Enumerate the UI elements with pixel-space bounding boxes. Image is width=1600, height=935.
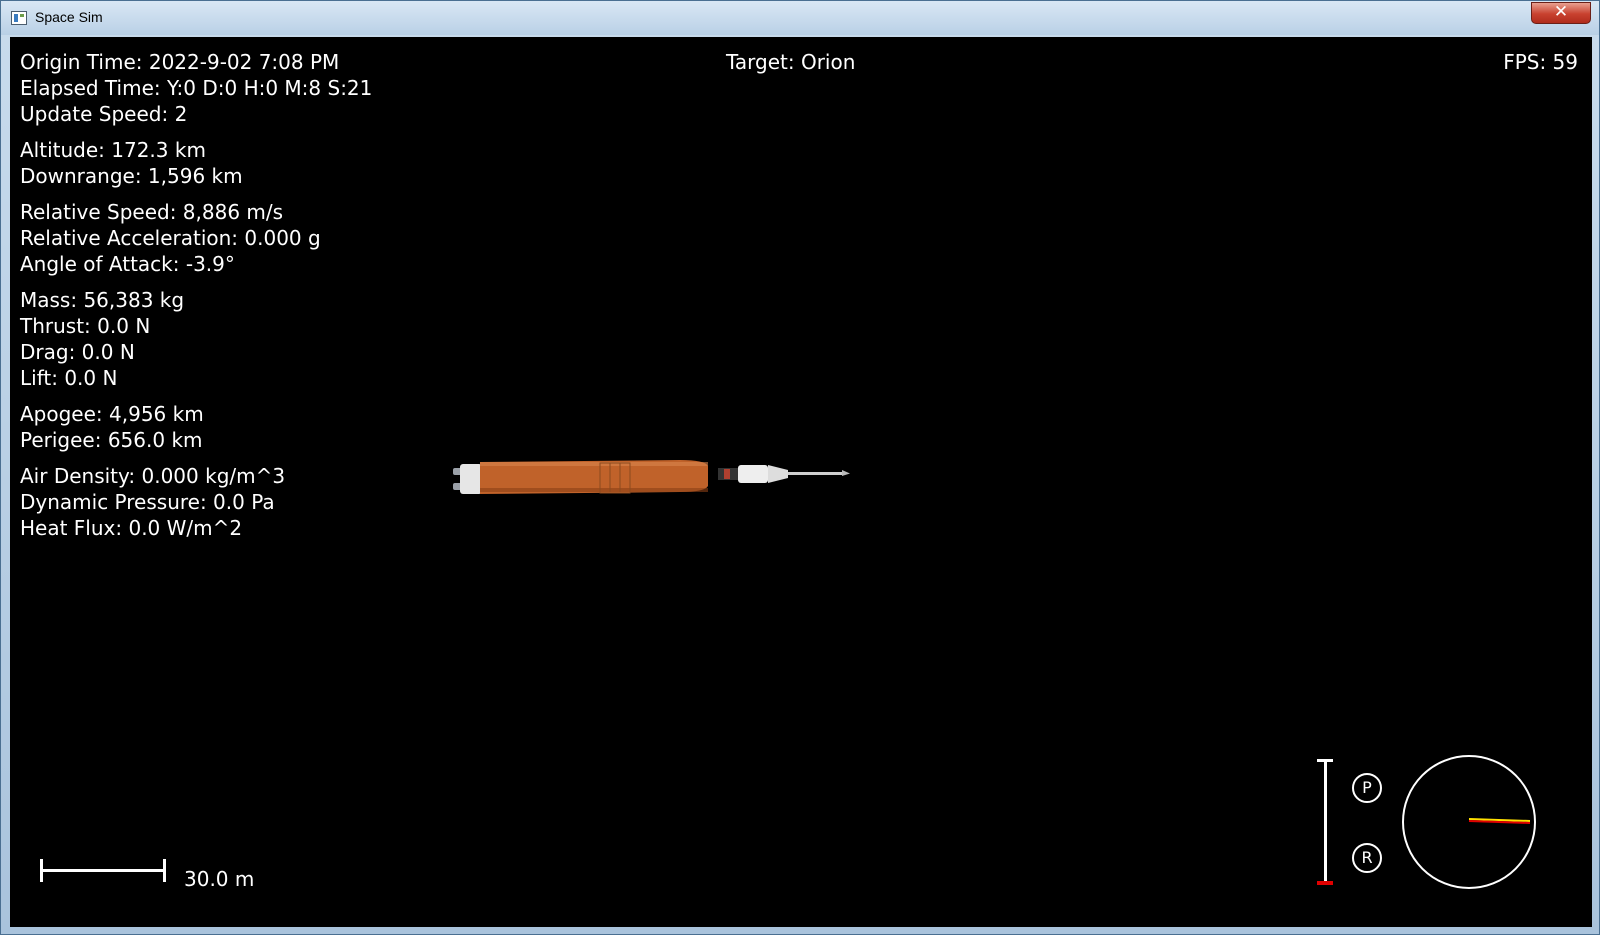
attitude-indicator [1402,755,1536,889]
elapsed-time: Elapsed Time: Y:0 D:0 H:0 M:8 S:21 [20,76,373,100]
air-density: Air Density: 0.000 kg/m^3 [20,464,286,488]
close-button[interactable]: ✕ [1531,2,1591,24]
window-title: Space Sim [35,9,103,25]
app-window: Space Sim ✕ Origin Time: 2022-9-02 7:08 … [0,0,1600,935]
core-stage [453,460,708,494]
heading-indicator [1468,818,1531,824]
rocket-vehicle [453,460,850,494]
forces-group: Mass: 56,383 kg Thrust: 0.0 N Drag: 0.0 … [20,287,372,391]
lift: Lift: 0.0 N [20,366,118,390]
orion-capsule [718,465,850,483]
altitude: Altitude: 172.3 km [20,138,206,162]
apogee: Apogee: 4,956 km [20,402,204,426]
dynamic-pressure: Dynamic Pressure: 0.0 Pa [20,490,275,514]
scale-label: 30.0 m [184,867,255,891]
angle-of-attack: Angle of Attack: -3.9° [20,252,235,276]
downrange: Downrange: 1,596 km [20,164,243,188]
time-group: Origin Time: 2022-9-02 7:08 PM Elapsed T… [20,49,372,127]
relative-speed: Relative Speed: 8,886 m/s [20,200,284,224]
throttle-track [1324,759,1327,885]
drag: Drag: 0.0 N [20,340,135,364]
position-group: Altitude: 172.3 km Downrange: 1,596 km [20,137,372,189]
throttle-gauge[interactable] [1315,759,1335,887]
heat-flux: Heat Flux: 0.0 W/m^2 [20,516,243,540]
orbit-group: Apogee: 4,956 km Perigee: 656.0 km [20,401,372,453]
thrust: Thrust: 0.0 N [20,314,151,338]
target-label: Target: Orion [726,50,856,74]
app-icon [11,11,27,25]
telemetry-panel: Origin Time: 2022-9-02 7:08 PM Elapsed T… [20,49,372,551]
origin-time: Origin Time: 2022-9-02 7:08 PM [20,50,340,74]
motion-group: Relative Speed: 8,886 m/s Relative Accel… [20,199,372,277]
throttle-fill [1317,881,1333,885]
fps-counter: FPS: 59 [1503,50,1578,74]
title-bar[interactable]: Space Sim ✕ [1,1,1599,35]
simulation-viewport[interactable]: Origin Time: 2022-9-02 7:08 PM Elapsed T… [10,37,1592,927]
perigee: Perigee: 656.0 km [20,428,203,452]
scale-bar [40,859,166,882]
prograde-button[interactable]: P [1352,773,1382,803]
atmosphere-group: Air Density: 0.000 kg/m^3 Dynamic Pressu… [20,463,372,541]
relative-acceleration: Relative Acceleration: 0.000 g [20,226,321,250]
mass: Mass: 56,383 kg [20,288,185,312]
retrograde-button[interactable]: R [1352,843,1382,873]
update-speed: Update Speed: 2 [20,102,188,126]
